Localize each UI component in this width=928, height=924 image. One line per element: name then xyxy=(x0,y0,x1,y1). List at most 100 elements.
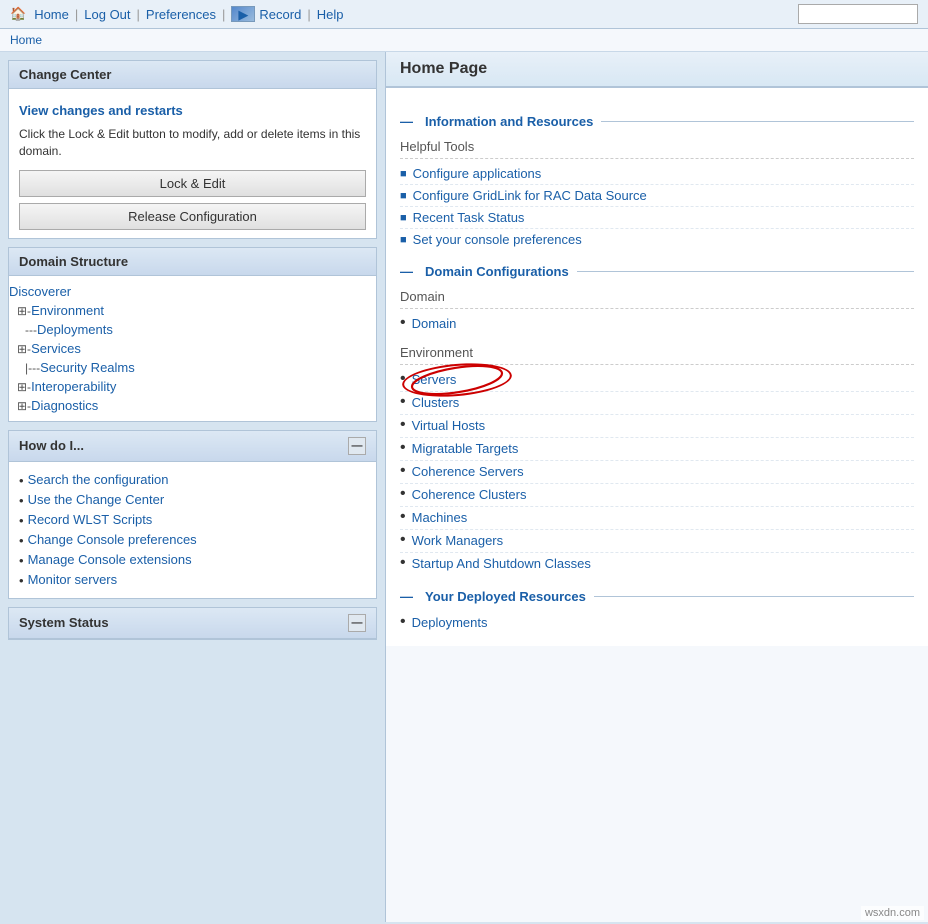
domain-structure-title: Domain Structure xyxy=(19,254,128,269)
machines-link[interactable]: Machines xyxy=(412,510,468,525)
servers-link[interactable]: Servers xyxy=(412,372,457,387)
virtual-hosts-link[interactable]: Virtual Hosts xyxy=(412,418,485,433)
list-item: • Work Managers xyxy=(400,530,914,553)
change-center-body: View changes and restarts Click the Lock… xyxy=(9,89,376,238)
help-nav-link[interactable]: Help xyxy=(317,7,344,22)
info-resources-section-header: — Information and Resources xyxy=(400,114,914,129)
sidebar: Change Center View changes and restarts … xyxy=(0,52,385,922)
configure-gridlink-link[interactable]: Configure GridLink for RAC Data Source xyxy=(413,188,647,203)
howdoi-collapse-button[interactable]: — xyxy=(348,437,366,455)
bullet-servers: • xyxy=(400,370,406,388)
content-body: — Information and Resources Helpful Tool… xyxy=(386,88,928,646)
howdoi-title: How do I... xyxy=(19,438,84,453)
system-status-header: System Status — xyxy=(9,608,376,639)
helpful-tools-subtitle: Helpful Tools xyxy=(400,139,914,159)
tree-prefix-int: ⊞- xyxy=(17,380,31,394)
info-resources-title: Information and Resources xyxy=(425,114,593,129)
environment-subtitle: Environment xyxy=(400,345,914,365)
top-nav-search[interactable] xyxy=(798,4,918,24)
howdoi-search-link[interactable]: Search the configuration xyxy=(28,472,169,487)
list-item: Search the configuration xyxy=(19,470,366,490)
howdoi-monitor-servers-link[interactable]: Monitor servers xyxy=(28,572,118,587)
domain-config-section-header: — Domain Configurations xyxy=(400,264,914,279)
system-status-collapse-button[interactable]: — xyxy=(348,614,366,632)
bullet-coherence-servers: • xyxy=(400,462,406,480)
domain-structure-panel: Domain Structure Discoverer ⊞-Environmen… xyxy=(8,247,377,422)
view-changes-link[interactable]: View changes and restarts xyxy=(19,103,366,118)
howdoi-record-wlst-link[interactable]: Record WLST Scripts xyxy=(28,512,153,527)
coherence-servers-link[interactable]: Coherence Servers xyxy=(412,464,524,479)
release-config-button[interactable]: Release Configuration xyxy=(19,203,366,230)
change-center-header: Change Center xyxy=(9,61,376,89)
list-item: • Migratable Targets xyxy=(400,438,914,461)
domain-list: • Domain xyxy=(400,313,914,335)
section-dash-1: — xyxy=(400,114,413,129)
tree-link-security-realms[interactable]: Security Realms xyxy=(40,360,135,375)
howdoi-manage-extensions-link[interactable]: Manage Console extensions xyxy=(28,552,192,567)
domain-subtitle: Domain xyxy=(400,289,914,309)
lock-edit-button[interactable]: Lock & Edit xyxy=(19,170,366,197)
startup-shutdown-link[interactable]: Startup And Shutdown Classes xyxy=(412,556,591,571)
tree-prefix-env: ⊞- xyxy=(17,304,31,318)
tree-link-deployments[interactable]: Deployments xyxy=(37,322,113,337)
section-line-2 xyxy=(577,271,914,272)
clusters-link[interactable]: Clusters xyxy=(412,395,460,410)
tree-root-discoverer[interactable]: Discoverer xyxy=(9,282,376,301)
section-line-1 xyxy=(601,121,914,122)
tree-item-environment[interactable]: ⊞-Environment xyxy=(17,301,376,320)
helpful-tools-list: ■ Configure applications ■ Configure Gri… xyxy=(400,163,914,250)
list-item: Change Console preferences xyxy=(19,530,366,550)
nav-separator-1: | xyxy=(75,7,78,22)
bullet-startup-shutdown: • xyxy=(400,554,406,572)
coherence-clusters-link[interactable]: Coherence Clusters xyxy=(412,487,527,502)
system-status-title: System Status xyxy=(19,615,109,630)
tree-item-services[interactable]: ⊞-Services xyxy=(17,339,376,358)
change-center-panel: Change Center View changes and restarts … xyxy=(8,60,377,239)
bullet-recent-task: ■ xyxy=(400,212,407,224)
domain-link[interactable]: Domain xyxy=(412,316,457,331)
record-nav-link[interactable]: Record xyxy=(259,7,301,22)
nav-separator-4: | xyxy=(307,7,310,22)
recent-task-status-link[interactable]: Recent Task Status xyxy=(413,210,525,225)
howdoi-panel: How do I... — Search the configuration U… xyxy=(8,430,377,599)
bullet-coherence-clusters: • xyxy=(400,485,406,503)
change-center-desc: Click the Lock & Edit button to modify, … xyxy=(19,126,366,160)
work-managers-link[interactable]: Work Managers xyxy=(412,533,504,548)
nav-separator-3: | xyxy=(222,7,225,22)
bullet-deployments: • xyxy=(400,613,406,631)
list-item: ■ Recent Task Status xyxy=(400,207,914,229)
list-item: Use the Change Center xyxy=(19,490,366,510)
howdoi-list: Search the configuration Use the Change … xyxy=(9,462,376,598)
tree-prefix-diag: ⊞- xyxy=(17,399,31,413)
section-line-3 xyxy=(594,596,914,597)
servers-highlight: Servers xyxy=(412,372,457,387)
howdoi-header: How do I... — xyxy=(9,431,376,462)
breadcrumb-home-link[interactable]: Home xyxy=(10,33,42,47)
logout-nav-link[interactable]: Log Out xyxy=(84,7,130,22)
preferences-nav-link[interactable]: Preferences xyxy=(146,7,216,22)
list-item: • Domain xyxy=(400,313,914,335)
list-item: ■ Configure applications xyxy=(400,163,914,185)
tree-item-diagnostics[interactable]: ⊞-Diagnostics xyxy=(17,396,376,415)
howdoi-console-prefs-link[interactable]: Change Console preferences xyxy=(28,532,197,547)
system-status-panel: System Status — xyxy=(8,607,377,640)
home-nav-link[interactable]: Home xyxy=(34,7,69,22)
deployments-link[interactable]: Deployments xyxy=(412,615,488,630)
migratable-targets-link[interactable]: Migratable Targets xyxy=(412,441,519,456)
tree-link-diagnostics[interactable]: Diagnostics xyxy=(31,398,98,413)
list-item: • Virtual Hosts xyxy=(400,415,914,438)
tree-link-services[interactable]: Services xyxy=(31,341,81,356)
bullet-virtual-hosts: • xyxy=(400,416,406,434)
tree-link-interoperability[interactable]: Interoperability xyxy=(31,379,116,394)
configure-applications-link[interactable]: Configure applications xyxy=(413,166,542,181)
tree-item-deployments[interactable]: ---Deployments xyxy=(25,320,376,339)
tree-link-environment[interactable]: Environment xyxy=(31,303,104,318)
list-item: • Deployments xyxy=(400,612,914,634)
tree-item-interoperability[interactable]: ⊞-Interoperability xyxy=(17,377,376,396)
howdoi-change-center-link[interactable]: Use the Change Center xyxy=(28,492,165,507)
list-item: • Coherence Clusters xyxy=(400,484,914,507)
set-console-prefs-link[interactable]: Set your console preferences xyxy=(413,232,582,247)
tree-item-security-realms[interactable]: |---Security Realms xyxy=(25,358,376,377)
environment-list: • Servers • Clusters • Virtual Hosts xyxy=(400,369,914,575)
bullet-console-prefs: ■ xyxy=(400,234,407,246)
